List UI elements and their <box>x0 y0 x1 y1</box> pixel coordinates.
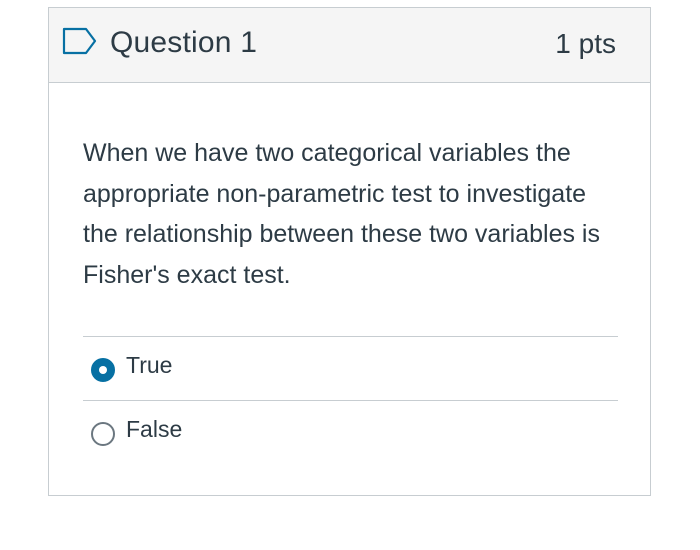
question-title: Question 1 <box>110 26 258 59</box>
flag-question-icon[interactable] <box>62 27 98 55</box>
question-points: 1 pts <box>555 28 616 59</box>
question-header: Question 1 1 pts <box>49 8 650 83</box>
question-card: Question 1 1 pts When we have two catego… <box>48 7 651 496</box>
answer-list: True False <box>83 336 618 464</box>
answer-label[interactable]: False <box>126 416 182 443</box>
question-text: When we have two categorical variables t… <box>83 139 600 289</box>
answer-option-false[interactable]: False <box>83 400 618 464</box>
radio-selected-icon[interactable] <box>91 358 115 382</box>
answer-label[interactable]: True <box>126 352 172 379</box>
answer-option-true[interactable]: True <box>83 336 618 400</box>
radio-unselected-icon[interactable] <box>91 422 115 446</box>
